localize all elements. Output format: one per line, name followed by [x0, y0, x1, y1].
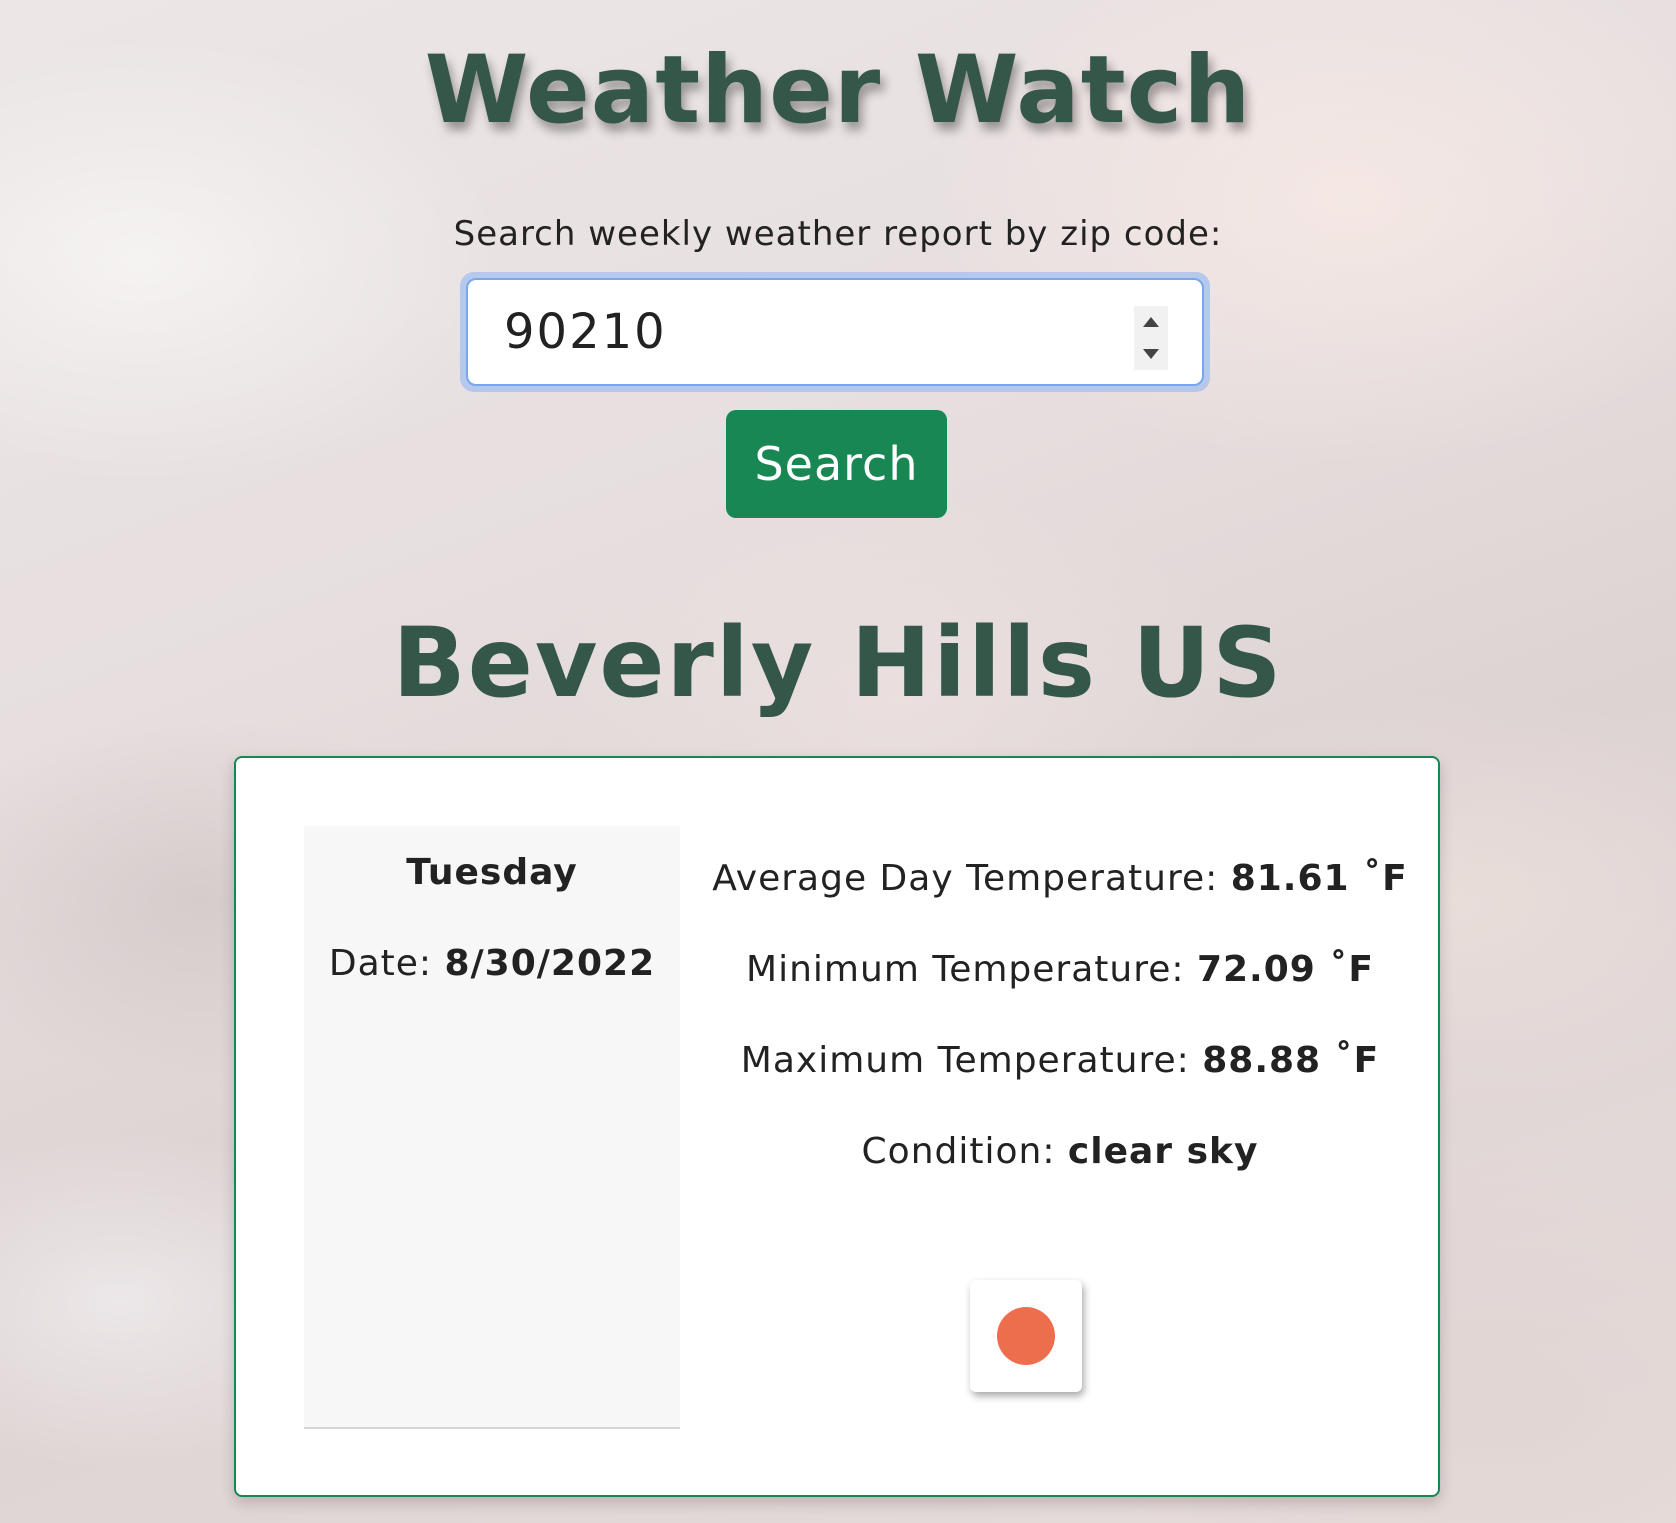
zip-code-input[interactable]: 90210 [466, 278, 1204, 386]
condition-value: clear sky [1067, 1131, 1259, 1172]
spinner-up-arrow-icon[interactable] [1143, 317, 1159, 327]
max-temp-line: Maximum Temperature: 88.88 ˚F [680, 1040, 1440, 1131]
avg-temp-line: Average Day Temperature: 81.61 ˚F [680, 858, 1440, 949]
avg-temp-value: 81.61 ˚F [1230, 858, 1408, 899]
date-label: Date: [328, 943, 445, 984]
weather-stats: Average Day Temperature: 81.61 ˚F Minimu… [680, 858, 1440, 1222]
weather-icon-box [970, 1280, 1082, 1392]
forecast-card: Tuesday Date: 8/30/2022 Average Day Temp… [234, 756, 1440, 1497]
app-title: Weather Watch [424, 36, 1252, 145]
min-temp-value: 72.09 ˚F [1196, 949, 1374, 990]
search-label: Search weekly weather report by zip code… [453, 214, 1223, 254]
min-temp-label: Minimum Temperature: [746, 949, 1197, 990]
day-date: Date: 8/30/2022 [304, 943, 680, 984]
clear-sky-sun-icon [997, 1307, 1055, 1365]
zip-code-value: 90210 [504, 304, 667, 360]
number-spinner[interactable] [1134, 306, 1168, 370]
condition-label: Condition: [861, 1131, 1068, 1172]
day-name: Tuesday [406, 852, 578, 893]
min-temp-line: Minimum Temperature: 72.09 ˚F [680, 949, 1440, 1040]
max-temp-value: 88.88 ˚F [1202, 1040, 1380, 1081]
zip-input-focus-ring: 90210 [460, 272, 1210, 392]
day-panel: Tuesday Date: 8/30/2022 [304, 826, 680, 1429]
max-temp-label: Maximum Temperature: [740, 1040, 1203, 1081]
date-value: 8/30/2022 [444, 943, 656, 984]
condition-line: Condition: clear sky [680, 1131, 1440, 1222]
avg-temp-label: Average Day Temperature: [712, 858, 1231, 899]
search-button[interactable]: Search [726, 410, 947, 518]
city-name: Beverly Hills US [392, 607, 1284, 719]
spinner-down-arrow-icon[interactable] [1143, 349, 1159, 359]
